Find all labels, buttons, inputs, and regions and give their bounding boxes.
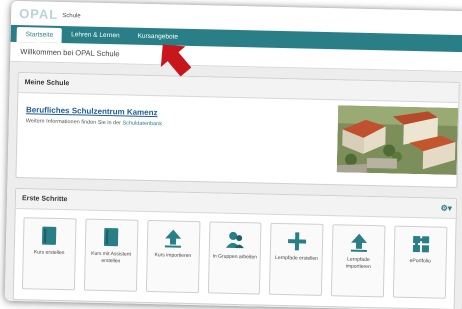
main-content: Meine Schule Berufliches Schulzentrum Ka… [4, 61, 462, 309]
group-icon [225, 231, 244, 249]
tile-import-learning-path[interactable]: Lernpfade importieren [331, 224, 386, 298]
school-info-label: Weitere Informationen finden Sie in der [25, 118, 122, 127]
upload-icon [165, 229, 182, 248]
school-photo [336, 105, 459, 175]
puzzle-icon [412, 236, 429, 253]
plus-icon [287, 232, 306, 251]
tile-create-learning-path[interactable]: Lernpfade erstellen [269, 222, 324, 296]
screenshot-card: OPAL Schule Startseite Lehren & Lernen K… [4, 0, 462, 309]
tile-label: ePortfolio [409, 257, 431, 265]
first-steps-tiles: Kurs erstellen Kurs mit Assistent erstel… [14, 209, 456, 309]
first-steps-panel: Erste Schritte ⚙▾ Kurs erstellen Kurs mi… [12, 187, 458, 309]
upload-icon [350, 233, 367, 252]
tile-course-assistant[interactable]: Kurs mit Assistent erstellen [83, 218, 139, 292]
tile-label: Lernpfade importieren [345, 256, 371, 270]
tab-lehren-lernen[interactable]: Lehren & Lernen [62, 26, 129, 45]
my-school-body: Berufliches Schulzentrum Kamenz Weitere … [16, 93, 459, 187]
tile-create-course[interactable]: Kurs erstellen [21, 217, 77, 291]
opal-logo[interactable]: OPAL [19, 6, 58, 22]
tile-groups[interactable]: In Gruppen arbeiten [207, 221, 262, 295]
tile-label: Kurs importieren [154, 252, 192, 259]
tile-label: Lernpfade erstellen [275, 254, 319, 262]
first-steps-title-text: Erste Schritte [21, 195, 68, 204]
annotation-arrow-icon [160, 44, 192, 77]
book-assistant-icon [104, 228, 119, 247]
tile-label: Kurs erstellen [33, 249, 65, 257]
tile-label: Kurs mit Assistent erstellen [91, 250, 131, 264]
my-school-panel: Meine Schule Berufliches Schulzentrum Ka… [15, 72, 460, 189]
tab-startseite[interactable]: Startseite [16, 26, 63, 44]
tile-eportfolio[interactable]: ePortfolio [392, 225, 448, 299]
tile-label: In Gruppen arbeiten [212, 253, 258, 261]
gear-icon[interactable]: ⚙▾ [441, 204, 452, 213]
logo-subtitle: Schule [62, 12, 81, 19]
school-database-link[interactable]: Schuldatenbank [122, 120, 162, 127]
book-icon [42, 226, 57, 245]
tile-import-course[interactable]: Kurs importieren [145, 219, 201, 294]
